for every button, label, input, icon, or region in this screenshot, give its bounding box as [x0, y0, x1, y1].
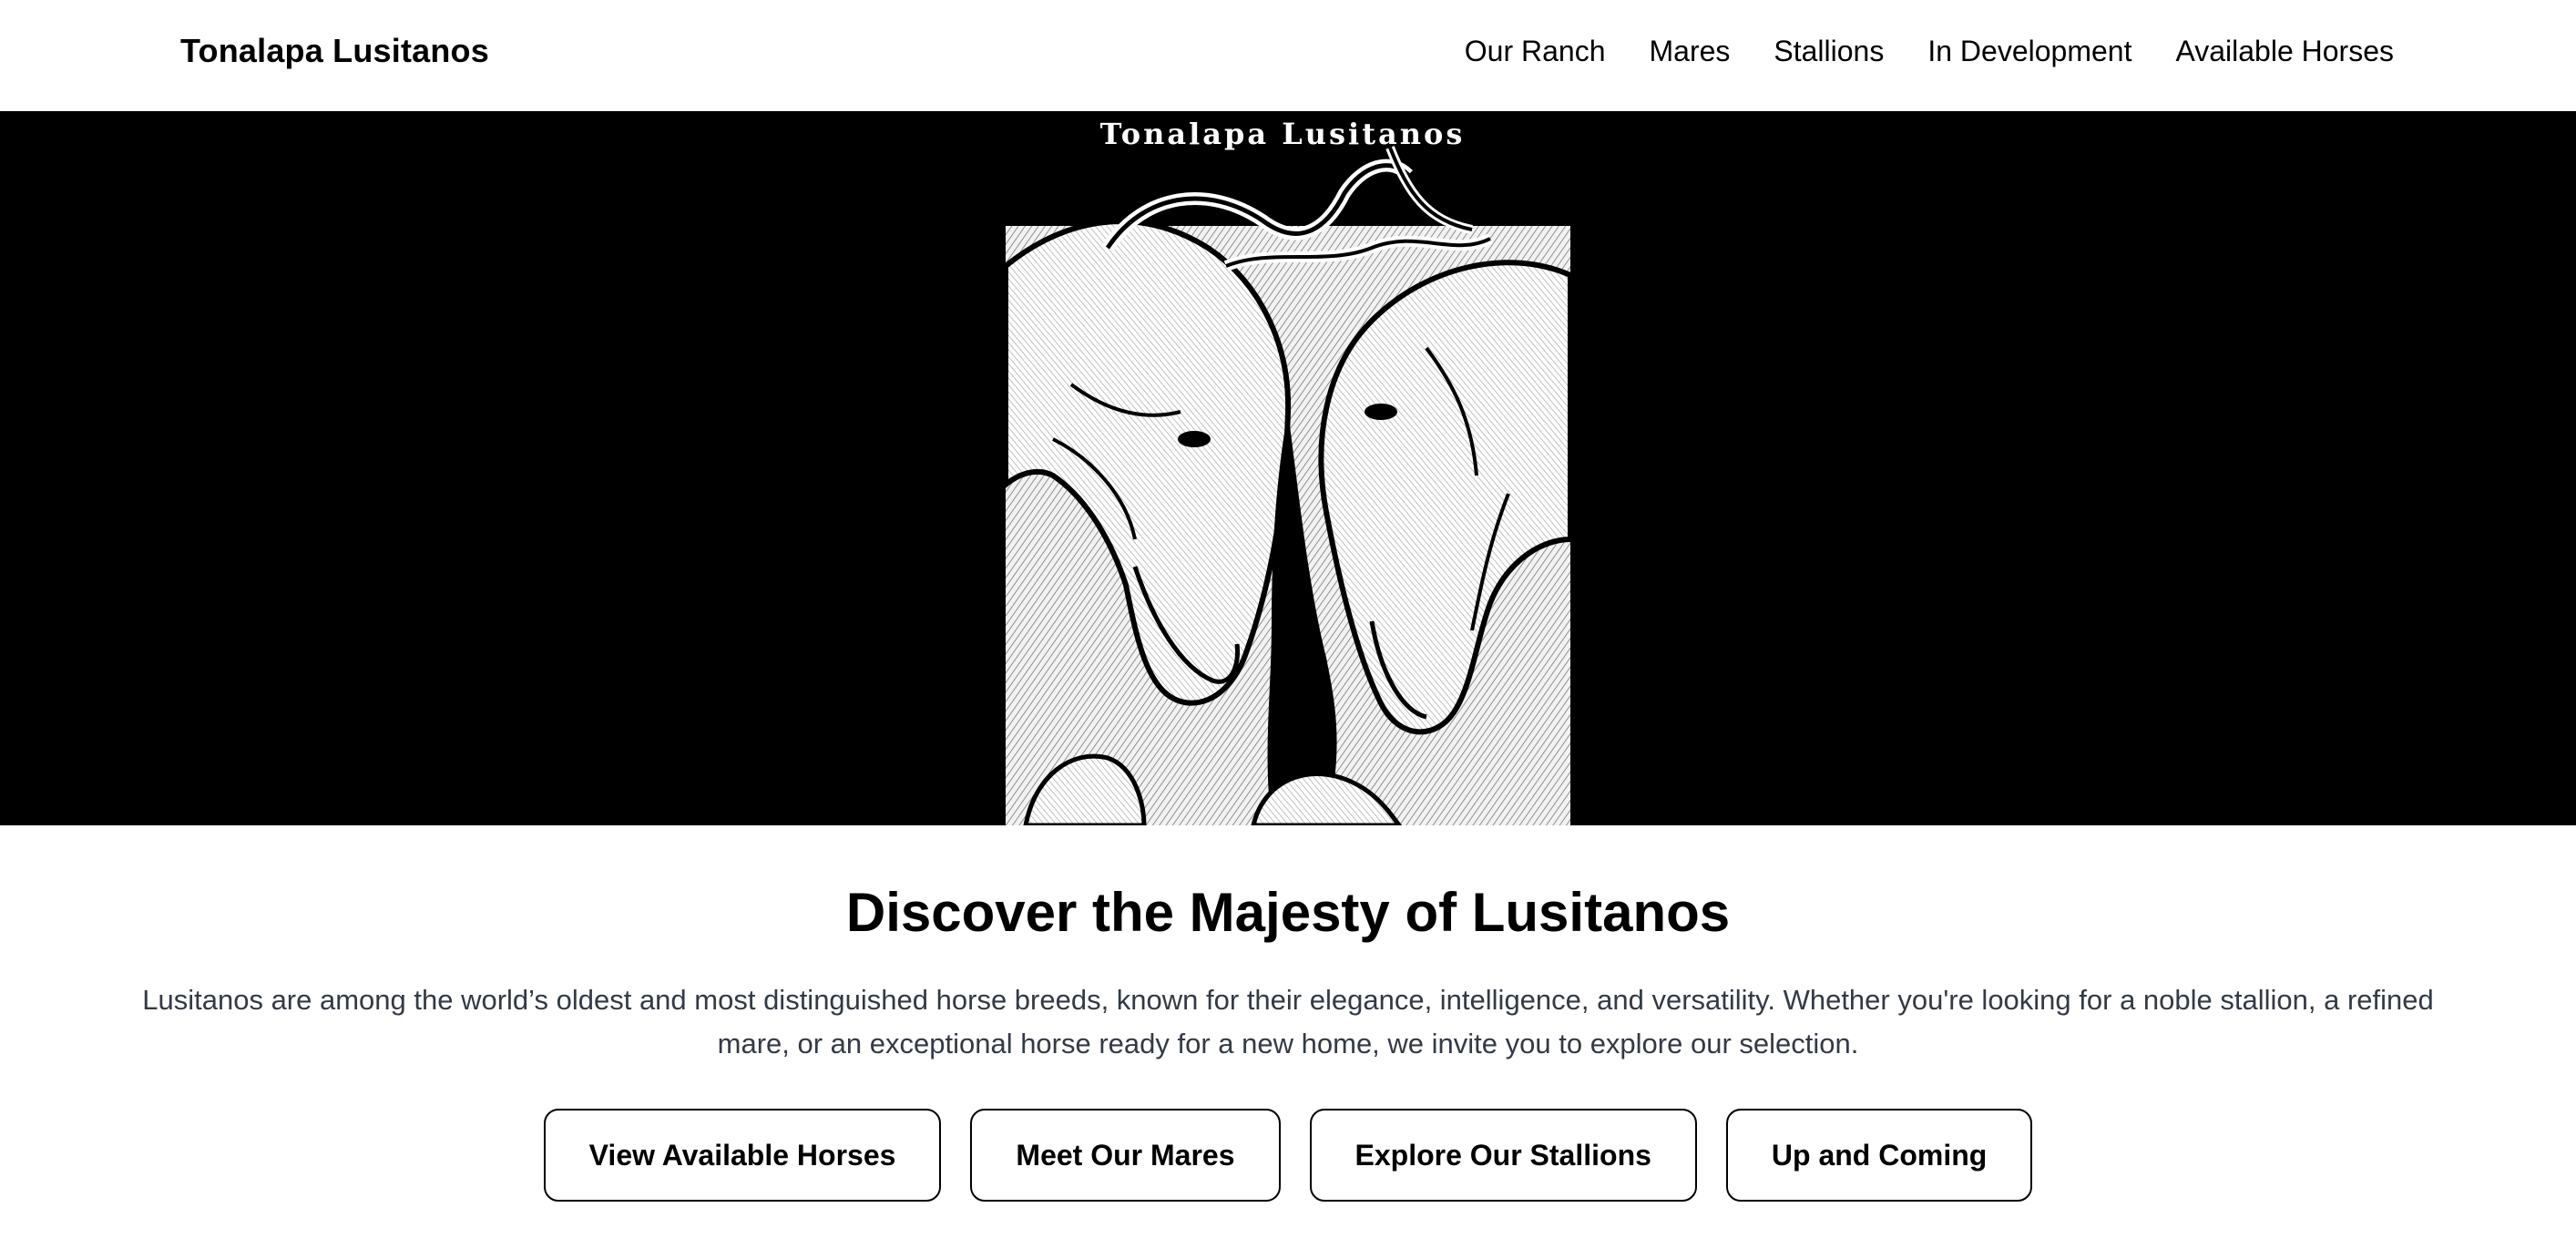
brand-logo-text[interactable]: Tonalapa Lusitanos: [180, 31, 489, 71]
site-header: Tonalapa Lusitanos Our Ranch Mares Stall…: [0, 0, 2576, 111]
cta-button-group: View Available Horses Meet Our Mares Exp…: [0, 1109, 2576, 1202]
intro-description: Lusitanos are among the world’s oldest a…: [142, 984, 2434, 1059]
nav-link-stallions[interactable]: Stallions: [1774, 31, 1884, 71]
meet-our-mares-button[interactable]: Meet Our Mares: [970, 1109, 1281, 1202]
up-and-coming-button[interactable]: Up and Coming: [1725, 1109, 2033, 1202]
nav-link-mares[interactable]: Mares: [1649, 31, 1730, 71]
nav-link-available-horses[interactable]: Available Horses: [2175, 31, 2394, 71]
nav-link-our-ranch[interactable]: Our Ranch: [1465, 31, 1606, 71]
intro-title: Discover the Majesty of Lusitanos: [845, 882, 1731, 943]
nav-link-in-development[interactable]: In Development: [1927, 31, 2131, 71]
main-nav: Our Ranch Mares Stallions In Development…: [1465, 31, 2394, 71]
explore-our-stallions-button[interactable]: Explore Our Stallions: [1309, 1109, 1697, 1202]
hero-horses-image: Tonalapa Lusitanos: [1003, 117, 1573, 825]
hero-banner-title: Tonalapa Lusitanos: [1100, 117, 1466, 151]
hero-banner: Tonalapa Lusitanos: [0, 111, 2576, 825]
view-available-horses-button[interactable]: View Available Horses: [543, 1109, 942, 1202]
